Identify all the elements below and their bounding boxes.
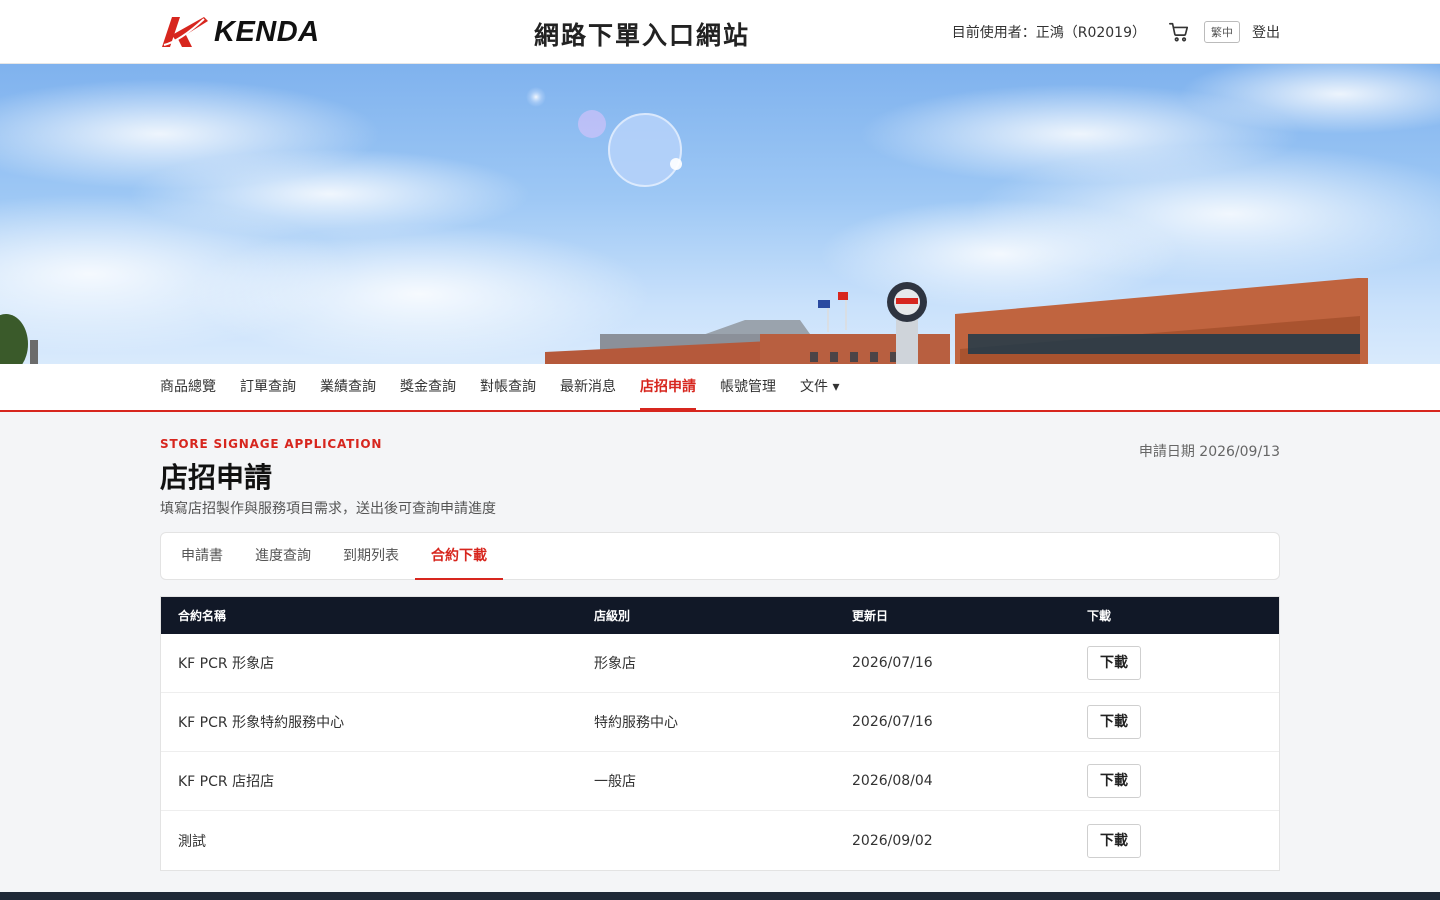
updated-date: 2026/07/16: [852, 655, 933, 671]
updated-date: 2026/08/04: [852, 773, 933, 789]
store-level: 特約服務中心: [594, 715, 678, 731]
apply-date: 申請日期 2026/09/13: [1138, 444, 1280, 460]
download-button[interactable]: 下載: [1087, 764, 1141, 798]
table-header: 合約名稱 店級別 更新日 下載: [161, 597, 1279, 634]
tab-progress[interactable]: 進度查詢: [239, 533, 327, 579]
tab-application-form[interactable]: 申請書: [165, 533, 239, 579]
contract-name: KF PCR 形象店: [178, 656, 275, 672]
sub-tabs: 申請書 進度查詢 到期列表 合約下載: [160, 532, 1280, 580]
nav-item-news[interactable]: 最新消息: [560, 364, 616, 410]
table-row: 測試 2026/09/02 下載: [161, 811, 1279, 870]
col-store-level: 店級別: [594, 609, 631, 623]
user-area: 目前使用者：正鴻（R02019） 繁中 登出: [952, 20, 1280, 44]
col-download: 下載: [1087, 609, 1112, 623]
contract-name: KF PCR 店招店: [178, 774, 275, 790]
updated-date: 2026/09/02: [852, 832, 933, 849]
language-switch[interactable]: 繁中: [1204, 21, 1240, 43]
updated-date: 2026/07/16: [852, 714, 933, 730]
nav-item-bonus[interactable]: 獎金查詢: [400, 364, 456, 410]
main-nav: 商品總覽 訂單查詢 業績查詢 獎金查詢 對帳查詢 最新消息 店招申請 帳號管理 …: [0, 364, 1440, 412]
col-contract-name: 合約名稱: [178, 609, 227, 623]
nav-item-signage[interactable]: 店招申請: [640, 364, 696, 410]
table-row: KF PCR 形象特約服務中心 特約服務中心 2026/07/16 下載: [161, 693, 1279, 752]
hero-banner: [0, 64, 1440, 364]
table-row: KF PCR 店招店 一般店 2026/08/04 下載: [161, 752, 1279, 811]
download-button[interactable]: 下載: [1087, 705, 1141, 739]
table-row: KF PCR 形象店 形象店 2026/07/16 下載: [161, 634, 1279, 693]
contract-name: KF PCR 形象特約服務中心: [178, 715, 345, 731]
cart-icon[interactable]: [1168, 21, 1190, 43]
nav-item-orders[interactable]: 訂單查詢: [240, 364, 296, 410]
contract-name: 測試: [178, 833, 206, 850]
page-eyebrow: STORE SIGNAGE APPLICATION: [160, 437, 383, 451]
download-button[interactable]: 下載: [1087, 823, 1141, 858]
nav-item-documents[interactable]: 文件 ▾: [800, 364, 839, 410]
nav-item-performance[interactable]: 業績查詢: [320, 364, 376, 410]
tab-expiry-list[interactable]: 到期列表: [327, 533, 415, 579]
store-level: 一般店: [594, 774, 636, 790]
top-header: KENDA 網路下單入口網站 目前使用者：正鴻（R02019） 繁中 登出: [0, 0, 1440, 64]
nav-item-account[interactable]: 帳號管理: [720, 364, 776, 410]
col-updated: 更新日: [852, 609, 889, 623]
tab-contract-download[interactable]: 合約下載: [415, 533, 503, 580]
banner-illustration: [0, 64, 1440, 364]
footer-bar: [0, 892, 1440, 900]
logout-link[interactable]: 登出: [1252, 22, 1280, 42]
nav-item-statements[interactable]: 對帳查詢: [480, 364, 536, 410]
contract-table: 合約名稱 店級別 更新日 下載 KF PCR 形象店 形象店 2026/07/1…: [160, 596, 1280, 871]
store-level: 形象店: [594, 656, 636, 672]
nav-item-products[interactable]: 商品總覽: [160, 364, 216, 410]
download-button[interactable]: 下載: [1087, 646, 1141, 680]
current-user: 目前使用者：正鴻（R02019）: [951, 25, 1146, 41]
page-subtitle: 填寫店招製作與服務項目需求，送出後可查詢申請進度: [160, 501, 496, 517]
page-title: 店招申請: [160, 461, 273, 494]
